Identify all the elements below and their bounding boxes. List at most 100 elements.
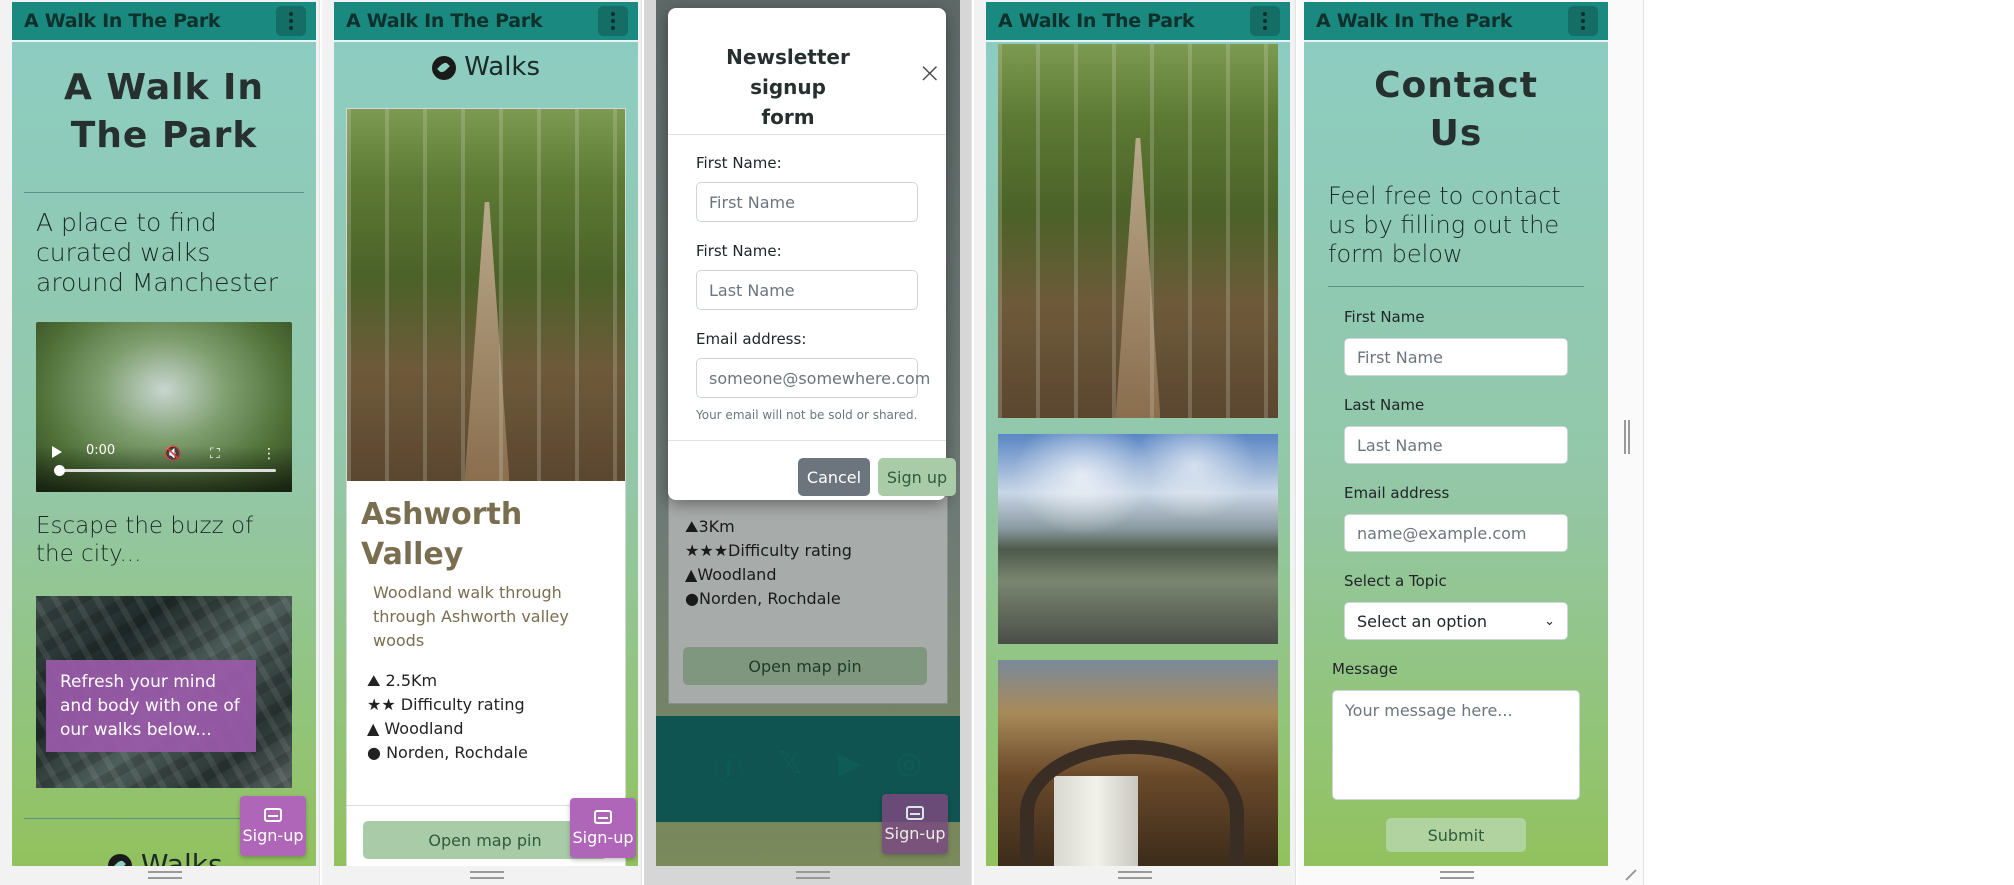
location: ● Norden, Rochdale bbox=[367, 743, 528, 762]
corner-resize-icon[interactable] bbox=[1625, 869, 1637, 881]
last-name-input[interactable]: Last Name bbox=[1344, 426, 1568, 464]
resize-handle[interactable] bbox=[796, 871, 830, 879]
terrain: ▲ Woodland bbox=[367, 719, 464, 738]
navbar: A Walk In The Park bbox=[1304, 2, 1608, 42]
navbar: A Walk In The Park bbox=[986, 2, 1290, 42]
menu-toggle-button[interactable] bbox=[276, 6, 306, 36]
dot-icon bbox=[611, 19, 615, 23]
hiker-icon: ⛰ bbox=[367, 671, 381, 690]
walks-heading: Walks bbox=[334, 52, 638, 82]
facebook-icon[interactable]: ⓕ bbox=[714, 746, 744, 790]
play-icon[interactable] bbox=[52, 446, 62, 458]
video-player[interactable]: 0:00 🔇 ⛶ ⋮ bbox=[36, 322, 292, 492]
topic-select[interactable]: Select an option ⌄ bbox=[1344, 602, 1568, 640]
walk-card: Ashworth Valley Woodland walk through th… bbox=[346, 108, 626, 866]
last-name-label: First Name: bbox=[696, 242, 782, 260]
signup-button[interactable]: Sign-up bbox=[570, 798, 636, 858]
distance: ⛰ 2.5Km bbox=[367, 671, 438, 690]
frame-modal: ⛰3Km ★★★Difficulty rating ▲Woodland ●Nor… bbox=[644, 0, 972, 885]
video-progress-bar[interactable] bbox=[58, 469, 276, 472]
last-name-input[interactable]: Last Name bbox=[696, 270, 918, 310]
page-title: A Walk In The Park bbox=[64, 67, 264, 156]
dot-icon bbox=[289, 12, 293, 16]
inbox-icon bbox=[906, 805, 924, 820]
page-title: Contact Us bbox=[1374, 65, 1538, 154]
resize-handle[interactable] bbox=[470, 871, 504, 879]
message-textarea[interactable]: Your message here... bbox=[1332, 690, 1580, 800]
hiker-icon: ⛰ bbox=[685, 517, 699, 536]
chevron-down-icon: ⌄ bbox=[1544, 613, 1555, 629]
card-title: Ashworth Valley bbox=[361, 497, 523, 572]
menu-toggle-button[interactable] bbox=[598, 6, 628, 36]
last-name-label: Last Name bbox=[1344, 396, 1425, 414]
brand[interactable]: A Walk In The Park bbox=[1316, 10, 1513, 32]
dot-icon bbox=[1263, 26, 1267, 30]
newsletter-modal: Newsletter signup form × First Name: Fir… bbox=[668, 8, 956, 500]
youtube-icon[interactable]: ▶ bbox=[838, 746, 861, 781]
distance: ⛰3Km bbox=[685, 517, 735, 536]
first-name-input[interactable]: First Name bbox=[1344, 338, 1568, 376]
resize-handle[interactable] bbox=[1118, 871, 1152, 879]
email-input[interactable]: name@example.com bbox=[1344, 514, 1568, 552]
email-input[interactable]: someone@somewhere.com bbox=[696, 358, 930, 398]
screen-home: A Walk In The Park A Walk In The Park A … bbox=[12, 2, 316, 866]
vertical-resize-handle[interactable] bbox=[1624, 420, 1630, 454]
resize-handle[interactable] bbox=[148, 871, 182, 879]
gallery-image-waterfall bbox=[998, 660, 1278, 866]
video-progress-knob[interactable] bbox=[54, 465, 65, 476]
inbox-icon bbox=[594, 809, 612, 824]
walks-heading: Walks bbox=[108, 848, 223, 866]
city-image: Refresh your mind and body with one of o… bbox=[36, 596, 292, 788]
tree-icon: ▲ bbox=[685, 565, 698, 584]
close-icon[interactable]: × bbox=[918, 56, 941, 89]
screen-modal: ⛰3Km ★★★Difficulty rating ▲Woodland ●Nor… bbox=[656, 0, 960, 866]
brand[interactable]: A Walk In The Park bbox=[346, 10, 543, 32]
cancel-button[interactable]: Cancel bbox=[798, 458, 870, 496]
screen-gallery: A Walk In The Park bbox=[986, 2, 1290, 866]
frame-gallery: A Walk In The Park bbox=[974, 0, 1296, 885]
compass-icon bbox=[431, 55, 456, 80]
dot-icon bbox=[1581, 19, 1585, 23]
x-icon[interactable]: 𝕏 bbox=[778, 746, 802, 781]
gallery-image-moorland bbox=[998, 434, 1278, 644]
contact-lead: Feel free to contact us by filling out t… bbox=[1328, 182, 1561, 268]
compass-icon: ● bbox=[685, 589, 699, 608]
signup-submit-button[interactable]: Sign up bbox=[878, 458, 956, 496]
signup-button[interactable]: Sign-up bbox=[882, 794, 948, 854]
dot-icon bbox=[611, 26, 615, 30]
page-behind: ⛰3Km ★★★Difficulty rating ▲Woodland ●Nor… bbox=[668, 496, 948, 704]
frame-walk: A Walk In The Park Walks Ashworth Valley… bbox=[322, 0, 642, 885]
email-help: Your email will not be sold or shared. bbox=[696, 408, 918, 422]
modal-divider bbox=[668, 440, 946, 441]
frame-contact: A Walk In The Park Contact Us Feel free … bbox=[1298, 0, 1644, 885]
lead-text: A place to find curated walks around Man… bbox=[36, 208, 279, 297]
brand[interactable]: A Walk In The Park bbox=[998, 10, 1195, 32]
screen-contact: A Walk In The Park Contact Us Feel free … bbox=[1304, 2, 1608, 866]
signup-button[interactable]: Sign-up bbox=[240, 796, 306, 856]
brand[interactable]: A Walk In The Park bbox=[24, 10, 221, 32]
contact-submit-button[interactable]: Submit bbox=[1386, 818, 1526, 852]
tree-icon: ▲ bbox=[367, 719, 380, 738]
difficulty: ★★★Difficulty rating bbox=[685, 541, 852, 560]
instagram-icon[interactable]: ◎ bbox=[896, 746, 922, 781]
dot-icon bbox=[1263, 19, 1267, 23]
star-icon: ★★ bbox=[367, 695, 396, 714]
compass-icon: ● bbox=[367, 743, 381, 762]
inbox-icon bbox=[264, 807, 282, 822]
location: ●Norden, Rochdale bbox=[685, 589, 841, 608]
dot-icon bbox=[1581, 12, 1585, 16]
divider bbox=[1328, 286, 1584, 287]
menu-toggle-button[interactable] bbox=[1568, 6, 1598, 36]
terrain: ▲Woodland bbox=[685, 565, 777, 584]
resize-handle[interactable] bbox=[1440, 871, 1474, 879]
video-time: 0:00 bbox=[86, 443, 116, 458]
mute-icon[interactable]: 🔇 bbox=[164, 446, 181, 462]
dot-icon bbox=[1581, 26, 1585, 30]
map-pin-button[interactable]: Open map pin bbox=[683, 647, 927, 685]
menu-toggle-button[interactable] bbox=[1250, 6, 1280, 36]
fullscreen-icon[interactable]: ⛶ bbox=[210, 446, 220, 462]
first-name-input[interactable]: First Name bbox=[696, 182, 918, 222]
modal-title: Newsletter signup form bbox=[726, 45, 850, 129]
email-label: Email address bbox=[1344, 484, 1450, 502]
more-icon[interactable]: ⋮ bbox=[262, 446, 276, 462]
